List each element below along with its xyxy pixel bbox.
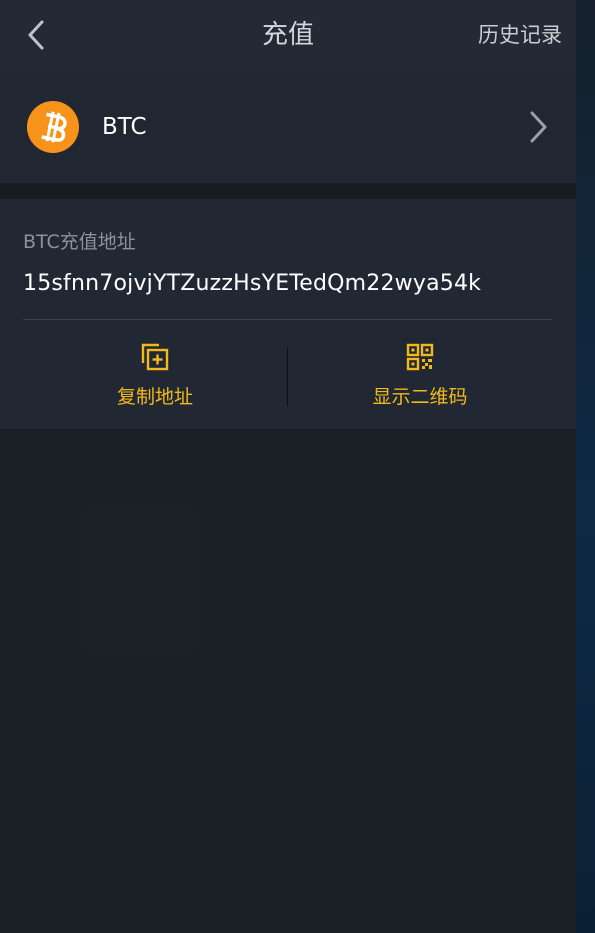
- address-label: BTC充值地址: [23, 231, 136, 253]
- background-edge: [576, 0, 595, 933]
- coin-selector[interactable]: BTC: [0, 71, 576, 183]
- section-gap: [0, 183, 576, 199]
- copy-address-label: 复制地址: [116, 386, 193, 408]
- chevron-left-icon: [28, 20, 44, 50]
- address-value: 15sfnn7ojvjYTZuzzHsYETedQm22wya54k: [23, 271, 482, 296]
- bitcoin-logo-icon: [27, 101, 79, 153]
- show-qr-code-button[interactable]: 显示二维码: [288, 320, 552, 429]
- history-link[interactable]: 历史记录: [478, 0, 562, 71]
- coin-name: BTC: [102, 114, 147, 140]
- top-nav-bar: 充值 历史记录: [0, 0, 576, 71]
- show-qr-code-label: 显示二维码: [372, 386, 468, 408]
- copy-add-icon: [141, 343, 169, 371]
- background-watermark: [82, 505, 198, 655]
- back-button[interactable]: [18, 14, 54, 56]
- deposit-screen: 充值 历史记录 BTC BTC充值地址 15sfnn7ojvjYTZuzzHsY…: [0, 0, 576, 933]
- copy-address-button[interactable]: 复制地址: [23, 320, 287, 429]
- qr-code-icon: [406, 343, 434, 371]
- deposit-address-card: BTC充值地址 15sfnn7ojvjYTZuzzHsYETedQm22wya5…: [0, 199, 576, 429]
- chevron-right-icon: [530, 111, 547, 143]
